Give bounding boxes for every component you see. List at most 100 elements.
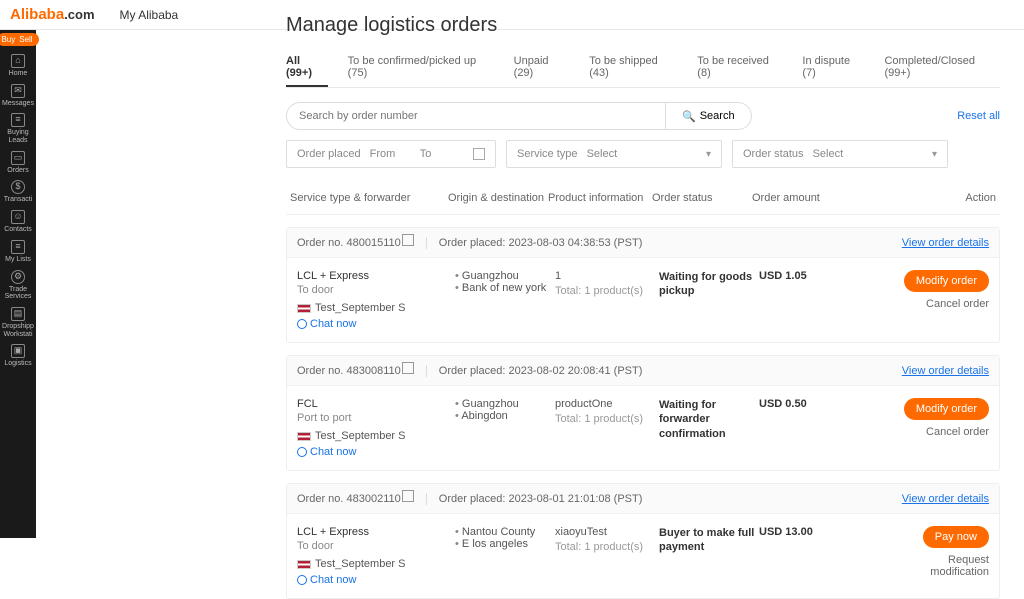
- logo-suffix: .com: [64, 7, 94, 22]
- orders-icon: ▭: [11, 151, 25, 165]
- tab-shipped[interactable]: To be shipped (43): [589, 49, 677, 87]
- tab-completed[interactable]: Completed/Closed (99+): [884, 49, 1000, 87]
- flag-icon: [297, 432, 311, 441]
- product-total: Total: 1 product(s): [555, 541, 659, 553]
- order-amount: USD 0.50: [759, 398, 899, 458]
- secondary-action-link[interactable]: Cancel order: [926, 298, 989, 310]
- col-product: Product information: [548, 192, 652, 204]
- chevron-down-icon: ▾: [932, 149, 937, 160]
- main-content: Manage logistics orders All (99+) To be …: [286, 14, 1000, 599]
- chat-now-link[interactable]: Chat now: [297, 446, 455, 458]
- buy-sell-toggle[interactable]: Buy Sell: [0, 33, 39, 46]
- order-header: Order no. 480015110 Order placed: 2023-0…: [287, 228, 999, 258]
- order-status-filter[interactable]: Order status Select ▾: [732, 140, 948, 168]
- seller-name[interactable]: Test_September S: [297, 430, 455, 442]
- sidebar-item-transactions[interactable]: $Transacti: [4, 180, 33, 204]
- col-action: Action: [892, 192, 996, 204]
- message-icon: ✉: [11, 84, 25, 98]
- alibaba-logo[interactable]: Alibaba.com: [10, 6, 95, 23]
- order-placed-label: Order placed: 2023-08-03 04:38:53 (PST): [439, 237, 643, 249]
- sidebar-item-messages[interactable]: ✉Messages: [2, 84, 34, 108]
- buy-label: Buy: [1, 35, 15, 44]
- logo-primary: Alibaba: [10, 6, 64, 23]
- col-amount: Order amount: [752, 192, 892, 204]
- secondary-action-link[interactable]: Request modification: [899, 554, 989, 578]
- order-no-label: Order no. 483002110: [297, 492, 414, 505]
- seller-name[interactable]: Test_September S: [297, 302, 455, 314]
- sidebar-item-logistics[interactable]: ▣Logistics: [4, 344, 31, 368]
- column-headers: Service type & forwarder Origin & destin…: [286, 168, 1000, 215]
- copy-icon[interactable]: [404, 492, 414, 502]
- sidebar-item-contacts[interactable]: ☺Contacts: [4, 210, 32, 234]
- tab-dispute[interactable]: In dispute (7): [802, 49, 864, 87]
- view-order-details-link[interactable]: View order details: [902, 493, 989, 505]
- service-sub: To door: [297, 284, 455, 296]
- origin: Nantou County: [455, 526, 555, 538]
- chat-icon: [297, 447, 307, 457]
- logistics-icon: ▣: [11, 344, 25, 358]
- destination: Abingdon: [455, 410, 555, 422]
- primary-action-button[interactable]: Pay now: [923, 526, 989, 548]
- origin: Guangzhou: [455, 398, 555, 410]
- col-status: Order status: [652, 192, 752, 204]
- order-status: Waiting for forwarder confirmation: [659, 398, 759, 458]
- destination: Bank of new york: [455, 282, 555, 294]
- chat-now-link[interactable]: Chat now: [297, 318, 455, 330]
- order-card: Order no. 483002110 Order placed: 2023-0…: [286, 483, 1000, 599]
- tab-received[interactable]: To be received (8): [697, 49, 782, 87]
- order-no-label: Order no. 480015110: [297, 236, 414, 249]
- order-no-label: Order no. 483008110: [297, 364, 414, 377]
- search-input[interactable]: [286, 102, 666, 130]
- view-order-details-link[interactable]: View order details: [902, 365, 989, 377]
- chat-icon: [297, 575, 307, 585]
- copy-icon[interactable]: [404, 364, 414, 374]
- transactions-icon: $: [11, 180, 25, 194]
- service-sub: Port to port: [297, 412, 455, 424]
- sidebar-item-my-lists[interactable]: ≡My Lists: [5, 240, 31, 264]
- tab-unpaid[interactable]: Unpaid (29): [514, 49, 570, 87]
- tab-confirmed[interactable]: To be confirmed/picked up (75): [348, 49, 494, 87]
- calendar-icon: [473, 148, 485, 160]
- order-amount: USD 13.00: [759, 526, 899, 586]
- flag-icon: [297, 560, 311, 569]
- my-alibaba-link[interactable]: My Alibaba: [120, 8, 179, 22]
- page-title: Manage logistics orders: [286, 14, 1000, 37]
- seller-name[interactable]: Test_September S: [297, 558, 455, 570]
- sidebar-item-dropship[interactable]: ▤Dropshipp Workstati: [0, 307, 36, 338]
- service-type-filter[interactable]: Service type Select ▾: [506, 140, 722, 168]
- leads-icon: ≡: [11, 113, 25, 127]
- chat-icon: [297, 319, 307, 329]
- copy-icon[interactable]: [404, 236, 414, 246]
- chat-now-link[interactable]: Chat now: [297, 574, 455, 586]
- view-order-details-link[interactable]: View order details: [902, 237, 989, 249]
- destination: E los angeles: [455, 538, 555, 550]
- dropship-icon: ▤: [11, 307, 25, 321]
- sidebar-item-buying-leads[interactable]: ≡Buying Leads: [0, 113, 36, 144]
- product-name: 1: [555, 270, 659, 282]
- chevron-down-icon: ▾: [706, 149, 711, 160]
- lists-icon: ≡: [11, 240, 25, 254]
- product-name: productOne: [555, 398, 659, 410]
- primary-action-button[interactable]: Modify order: [904, 270, 989, 292]
- search-button[interactable]: 🔍Search: [666, 102, 752, 130]
- contacts-icon: ☺: [11, 210, 25, 224]
- tab-all[interactable]: All (99+): [286, 49, 328, 87]
- order-placed-date-filter[interactable]: Order placed From To: [286, 140, 496, 168]
- service-sub: To door: [297, 540, 455, 552]
- search-icon: 🔍: [682, 110, 696, 123]
- order-placed-label: Order placed: 2023-08-02 20:08:41 (PST): [439, 365, 643, 377]
- reset-all-link[interactable]: Reset all: [957, 110, 1000, 122]
- trade-icon: ⚙: [11, 270, 25, 284]
- service-type: LCL + Express: [297, 526, 455, 538]
- product-name: xiaoyuTest: [555, 526, 659, 538]
- secondary-action-link[interactable]: Cancel order: [926, 426, 989, 438]
- primary-action-button[interactable]: Modify order: [904, 398, 989, 420]
- sidebar-item-trade-services[interactable]: ⚙Trade Services: [0, 270, 36, 301]
- col-origin: Origin & destination: [448, 192, 548, 204]
- product-total: Total: 1 product(s): [555, 285, 659, 297]
- order-header: Order no. 483002110 Order placed: 2023-0…: [287, 484, 999, 514]
- sidebar-item-orders[interactable]: ▭Orders: [7, 151, 28, 175]
- sidebar-item-home[interactable]: ⌂Home: [9, 54, 28, 78]
- order-status: Buyer to make full payment: [659, 526, 759, 586]
- order-status: Waiting for goods pickup: [659, 270, 759, 330]
